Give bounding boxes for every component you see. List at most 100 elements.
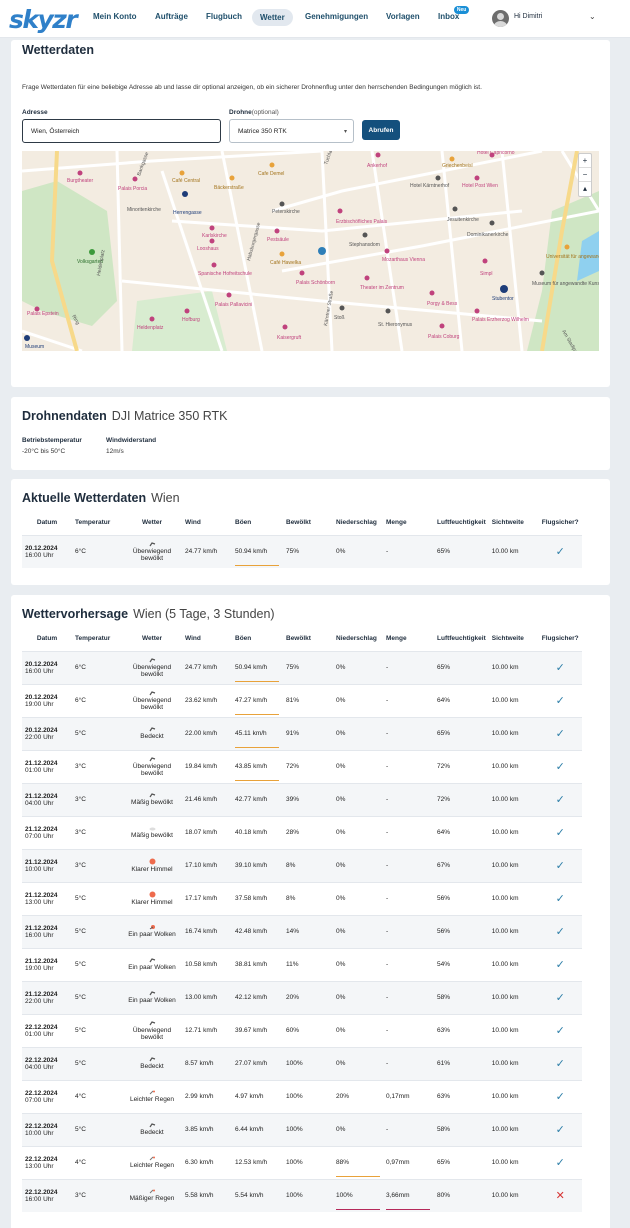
drone-select[interactable]: Matrice 350 RTK ▾ [229, 119, 354, 143]
wind-cell: 5.58 km/h [182, 1178, 232, 1212]
nav-inbox[interactable]: Inbox Neu [438, 6, 470, 21]
weather-text: Bedeckt [140, 733, 164, 740]
wind-resistance-label: Windwiderstand [106, 437, 157, 444]
temperature-cell: 5°C [72, 1046, 122, 1080]
check-icon: ✓ [538, 534, 582, 568]
gust-cell: 43.85 km/h [232, 749, 283, 783]
drone-subtitle: DJI Matrice 350 RTK [111, 409, 228, 423]
precip-cell: 0% [333, 947, 383, 981]
check-icon: ✓ [538, 947, 582, 981]
cloud-cell: 60% [283, 1013, 333, 1047]
wind-cell: 23.62 km/h [182, 683, 232, 717]
avatar[interactable] [492, 10, 509, 27]
weather-cell: Überwiegend bewölkt [122, 749, 182, 783]
svg-text:Palais Coburg: Palais Coburg [428, 334, 460, 340]
amount-cell: - [383, 534, 434, 568]
amount-cell: - [383, 914, 434, 948]
temperature-cell: 4°C [72, 1079, 122, 1113]
visibility-cell: 10.00 km [488, 815, 539, 849]
col-header-wetter: Wetter [141, 519, 163, 527]
weather-text: Klarer Himmel [131, 899, 173, 906]
humidity-cell: 56% [434, 914, 489, 948]
humidity-cell: 67% [434, 848, 489, 882]
warn-indicator-bar [336, 1175, 380, 1177]
weather-text: Leichter Regen [129, 1096, 175, 1103]
weather-text: Mäßig bewölkt [131, 832, 173, 839]
svg-text:Universität für angewandte Kun: Universität für angewandte Kunst [546, 254, 599, 260]
check-icon: ✓ [538, 716, 582, 750]
svg-text:Café Hawelka: Café Hawelka [270, 260, 301, 266]
nav-auftraege[interactable]: Aufträge [155, 12, 188, 21]
date-cell: 21.12.2024 16:00 Uhr [22, 914, 72, 948]
wind-cell: 10.58 km/h [182, 947, 232, 981]
weather-cell: Bedeckt [122, 716, 182, 750]
date-value: 21.12.2024 [25, 858, 58, 866]
wind-cell: 17.10 km/h [182, 848, 232, 882]
gust-cell: 37.58 km/h [232, 881, 283, 915]
zoom-out-button[interactable]: − [579, 168, 591, 182]
time-value: 10:00 Uhr [25, 865, 54, 873]
temperature-cell: 6°C [72, 534, 122, 568]
svg-text:Cafe Demel: Cafe Demel [258, 171, 284, 177]
check-icon: ✓ [538, 1145, 582, 1179]
table-row: 22.12.2024 16:00 Uhr 3°C Mäßiger Regen 5.58 … [22, 1178, 582, 1212]
visibility-cell: 10.00 km [488, 534, 539, 568]
chevron-down-icon[interactable]: ⌄ [589, 12, 596, 21]
svg-text:Griechenbeisl: Griechenbeisl [442, 163, 473, 169]
visibility-cell: 10.00 km [488, 1112, 539, 1146]
visibility-cell: 10.00 km [488, 881, 539, 915]
inbox-new-badge: Neu [453, 6, 470, 14]
sun-cloud-icon [125, 925, 179, 930]
svg-text:Hofburg: Hofburg [182, 317, 200, 323]
table-row: 20.12.2024 16:00 Uhr 6°C Überwiegend bewölk… [22, 534, 582, 568]
table-row: 21.12.2024 13:00 Uhr 5°C Klarer Himmel 17.17… [22, 881, 582, 915]
visibility-cell: 10.00 km [488, 914, 539, 948]
date-value: 22.12.2024 [25, 1023, 58, 1031]
date-value: 21.12.2024 [25, 957, 58, 965]
fetch-button[interactable]: Abrufen [362, 120, 400, 140]
col-header-b-en: Böen [235, 635, 252, 643]
visibility-cell: 10.00 km [488, 782, 539, 816]
cloud-cell: 100% [283, 1112, 333, 1146]
cloud-cell: 39% [283, 782, 333, 816]
nav-wetter[interactable]: Wetter [252, 9, 293, 26]
user-greeting[interactable]: Hi Dimitri [514, 13, 542, 20]
date-cell: 21.12.2024 13:00 Uhr [22, 881, 72, 915]
col-header-temperatur: Temperatur [75, 519, 111, 527]
cloud-icon [125, 1123, 179, 1128]
weather-text: Ein paar Wolken [128, 997, 176, 1004]
svg-text:Jesuitenkirche: Jesuitenkirche [447, 217, 479, 223]
reset-north-button[interactable]: ▴ [579, 182, 591, 196]
nav-flugbuch[interactable]: Flugbuch [206, 12, 242, 21]
precip-cell: 0% [333, 914, 383, 948]
precip-cell: 0% [333, 881, 383, 915]
warn-indicator-bar [235, 779, 279, 781]
check-icon: ✓ [538, 1013, 582, 1047]
nav-vorlagen[interactable]: Vorlagen [386, 12, 420, 21]
col-header-wind: Wind [185, 635, 201, 643]
time-value: 10:00 Uhr [25, 1129, 54, 1137]
weather-cell: Überwiegend bewölkt [122, 534, 182, 568]
gust-cell: 40.18 km/h [232, 815, 283, 849]
wind-cell: 19.84 km/h [182, 749, 232, 783]
date-cell: 22.12.2024 04:00 Uhr [22, 1046, 72, 1080]
amount-cell: - [383, 683, 434, 717]
date-value: 20.12.2024 [25, 726, 58, 734]
address-input[interactable]: Wien, Österreich [22, 119, 221, 143]
cloud-icon [125, 1020, 179, 1026]
table-row: 21.12.2024 19:00 Uhr 5°C Ein paar Wolken 10.… [22, 947, 582, 981]
cloud-icon [125, 727, 179, 732]
svg-text:Palais Porcia: Palais Porcia [118, 186, 147, 192]
wind-cell: 17.17 km/h [182, 881, 232, 915]
gust-cell: 38.81 km/h [232, 947, 283, 981]
zoom-in-button[interactable]: + [579, 154, 591, 168]
skyzr-logo[interactable]: skyzr [9, 5, 78, 34]
gust-cell: 42.48 km/h [232, 914, 283, 948]
nav-mein-konto[interactable]: Mein Konto [93, 12, 137, 21]
map[interactable]: Burgtheater Café Central Palais Porcia B… [22, 151, 599, 351]
nav-genehmigungen[interactable]: Genehmigungen [305, 12, 368, 21]
date-cell: 22.12.2024 16:00 Uhr [22, 1178, 72, 1212]
cloud-icon [125, 657, 179, 663]
temperature-cell: 3°C [72, 848, 122, 882]
weather-text: Bedeckt [140, 1129, 164, 1136]
